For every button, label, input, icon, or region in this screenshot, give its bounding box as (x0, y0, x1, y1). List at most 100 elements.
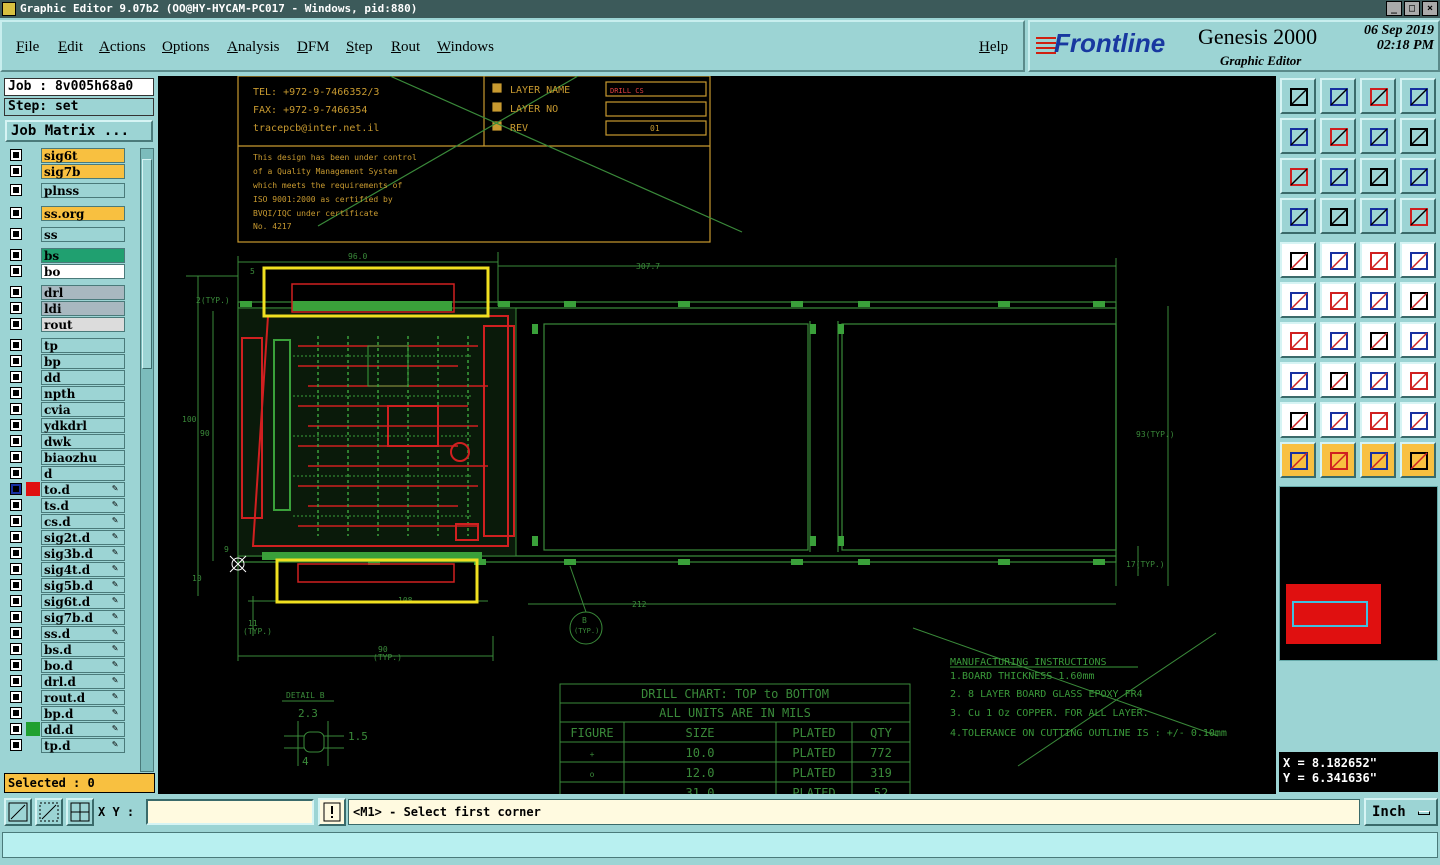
arch-icon[interactable] (1360, 402, 1396, 438)
layer-checkbox[interactable] (10, 467, 22, 479)
triangle-alt-icon[interactable] (1320, 402, 1356, 438)
layer-color-indicator[interactable] (26, 722, 40, 736)
layer-name[interactable]: bo (41, 264, 125, 279)
layer-scrollbar[interactable] (140, 148, 154, 772)
split-view-icon[interactable] (1400, 78, 1436, 114)
layer-name[interactable]: rout (41, 317, 125, 332)
layer-row[interactable]: sig4t.d ✎ (4, 562, 140, 577)
layer-checkbox[interactable] (10, 563, 22, 575)
layer-checkbox[interactable] (10, 643, 22, 655)
layer-name[interactable]: npth (41, 386, 125, 401)
layer-row[interactable]: bp.d ✎ (4, 706, 140, 721)
layer-row[interactable]: sig3b.d ✎ (4, 546, 140, 561)
mirror-icon[interactable] (1400, 118, 1436, 154)
layer-name[interactable]: tp (41, 338, 125, 353)
segment-icon[interactable] (1320, 362, 1356, 398)
select-path-icon[interactable] (1400, 442, 1436, 478)
layer-checkbox[interactable] (10, 302, 22, 314)
layer-row[interactable]: drl.d ✎ (4, 674, 140, 689)
layer-row[interactable]: biaozhu (4, 450, 140, 465)
ruler-icon[interactable] (1360, 242, 1396, 278)
select-icon[interactable] (1280, 442, 1316, 478)
layer-row[interactable]: ss.d ✎ (4, 626, 140, 641)
layer-name[interactable]: cvia (41, 402, 125, 417)
layer-row[interactable]: dwk (4, 434, 140, 449)
layer-checkbox[interactable] (10, 707, 22, 719)
layer-checkbox[interactable] (10, 531, 22, 543)
layer-name[interactable]: sig6t (41, 148, 125, 163)
cross-icon[interactable] (1320, 282, 1356, 318)
layer-name[interactable]: ydkdrl (41, 418, 125, 433)
job-matrix-button[interactable]: Job Matrix ... (5, 120, 153, 142)
grid-snap-icon[interactable] (66, 798, 94, 826)
layer-name[interactable]: dd (41, 370, 125, 385)
layer-row[interactable]: drl (4, 285, 140, 300)
layer-checkbox[interactable] (10, 579, 22, 591)
menu-help[interactable]: Help (979, 39, 1008, 56)
layer-checkbox[interactable] (10, 451, 22, 463)
select-box-icon[interactable] (1320, 442, 1356, 478)
measure-icon[interactable] (1360, 362, 1396, 398)
layer-checkbox[interactable] (10, 165, 22, 177)
node-icon[interactable] (1280, 282, 1316, 318)
layer-checkbox[interactable] (10, 547, 22, 559)
menu-windows[interactable]: Windows (437, 39, 494, 56)
layer-name[interactable]: biaozhu (41, 450, 125, 465)
layer-checkbox[interactable] (10, 387, 22, 399)
layer-row[interactable]: rout.d ✎ (4, 690, 140, 705)
layer-name[interactable]: drl (41, 285, 125, 300)
angle-icon[interactable] (1280, 322, 1316, 358)
center-icon[interactable] (1320, 158, 1356, 194)
layer-row[interactable]: cvia (4, 402, 140, 417)
layer-checkbox[interactable] (10, 659, 22, 671)
snap-icon[interactable] (1280, 362, 1316, 398)
help-icon[interactable] (1400, 158, 1436, 194)
layer-name[interactable]: ldi (41, 301, 125, 316)
menu-rout[interactable]: Rout (391, 39, 420, 56)
menu-edit[interactable]: Edit (58, 39, 83, 56)
layer-row[interactable]: bo.d ✎ (4, 658, 140, 673)
layer-checkbox[interactable] (10, 723, 22, 735)
shape-icon[interactable] (1320, 242, 1356, 278)
arc-icon[interactable] (1360, 322, 1396, 358)
alert-icon[interactable] (318, 798, 346, 826)
layer-checkbox[interactable] (10, 691, 22, 703)
layer-name[interactable]: ss (41, 227, 125, 242)
layer-row[interactable]: to.d ✎ (4, 482, 140, 497)
layer-checkbox[interactable] (10, 483, 22, 495)
layer-checkbox[interactable] (10, 228, 22, 240)
house-icon[interactable] (1360, 78, 1396, 114)
drawing-svg[interactable]: TEL: +972-9-7466352/3 FAX: +972-9-746635… (158, 76, 1276, 794)
layer-row[interactable]: sig7b (4, 164, 140, 179)
layer-row[interactable]: sig2t.d ✎ (4, 530, 140, 545)
import-icon[interactable] (1280, 118, 1316, 154)
layer-row[interactable]: dd.d ✎ (4, 722, 140, 737)
arrow-connect-icon[interactable] (1400, 282, 1436, 318)
rotate-icon[interactable] (1360, 118, 1396, 154)
layer-row[interactable]: bs (4, 248, 140, 263)
layer-checkbox[interactable] (10, 318, 22, 330)
layer-row[interactable]: sig5b.d ✎ (4, 578, 140, 593)
layer-name[interactable]: sig7b (41, 164, 125, 179)
menu-step[interactable]: Step (346, 39, 373, 56)
layer-checkbox[interactable] (10, 286, 22, 298)
layer-checkbox[interactable] (10, 499, 22, 511)
layer-checkbox[interactable] (10, 611, 22, 623)
layer-row[interactable]: ss.org (4, 206, 140, 221)
layer-row[interactable]: npth (4, 386, 140, 401)
layer-name[interactable]: d (41, 466, 125, 481)
zoom-area-icon[interactable] (35, 798, 63, 826)
layers-icon[interactable] (1360, 198, 1396, 234)
layer-row[interactable]: ydkdrl (4, 418, 140, 433)
layer-row[interactable]: ldi (4, 301, 140, 316)
circle-select-icon[interactable] (1400, 242, 1436, 278)
zoom-fit-icon[interactable] (4, 798, 32, 826)
save-view-icon[interactable] (1320, 78, 1356, 114)
line-icon[interactable] (1320, 322, 1356, 358)
layer-name[interactable]: plnss (41, 183, 125, 198)
layer-checkbox[interactable] (10, 184, 22, 196)
layer-name[interactable]: ss.org (41, 206, 125, 221)
layers-alt-icon[interactable] (1400, 198, 1436, 234)
layer-row[interactable]: tp.d ✎ (4, 738, 140, 753)
layer-color-indicator[interactable] (26, 482, 40, 496)
